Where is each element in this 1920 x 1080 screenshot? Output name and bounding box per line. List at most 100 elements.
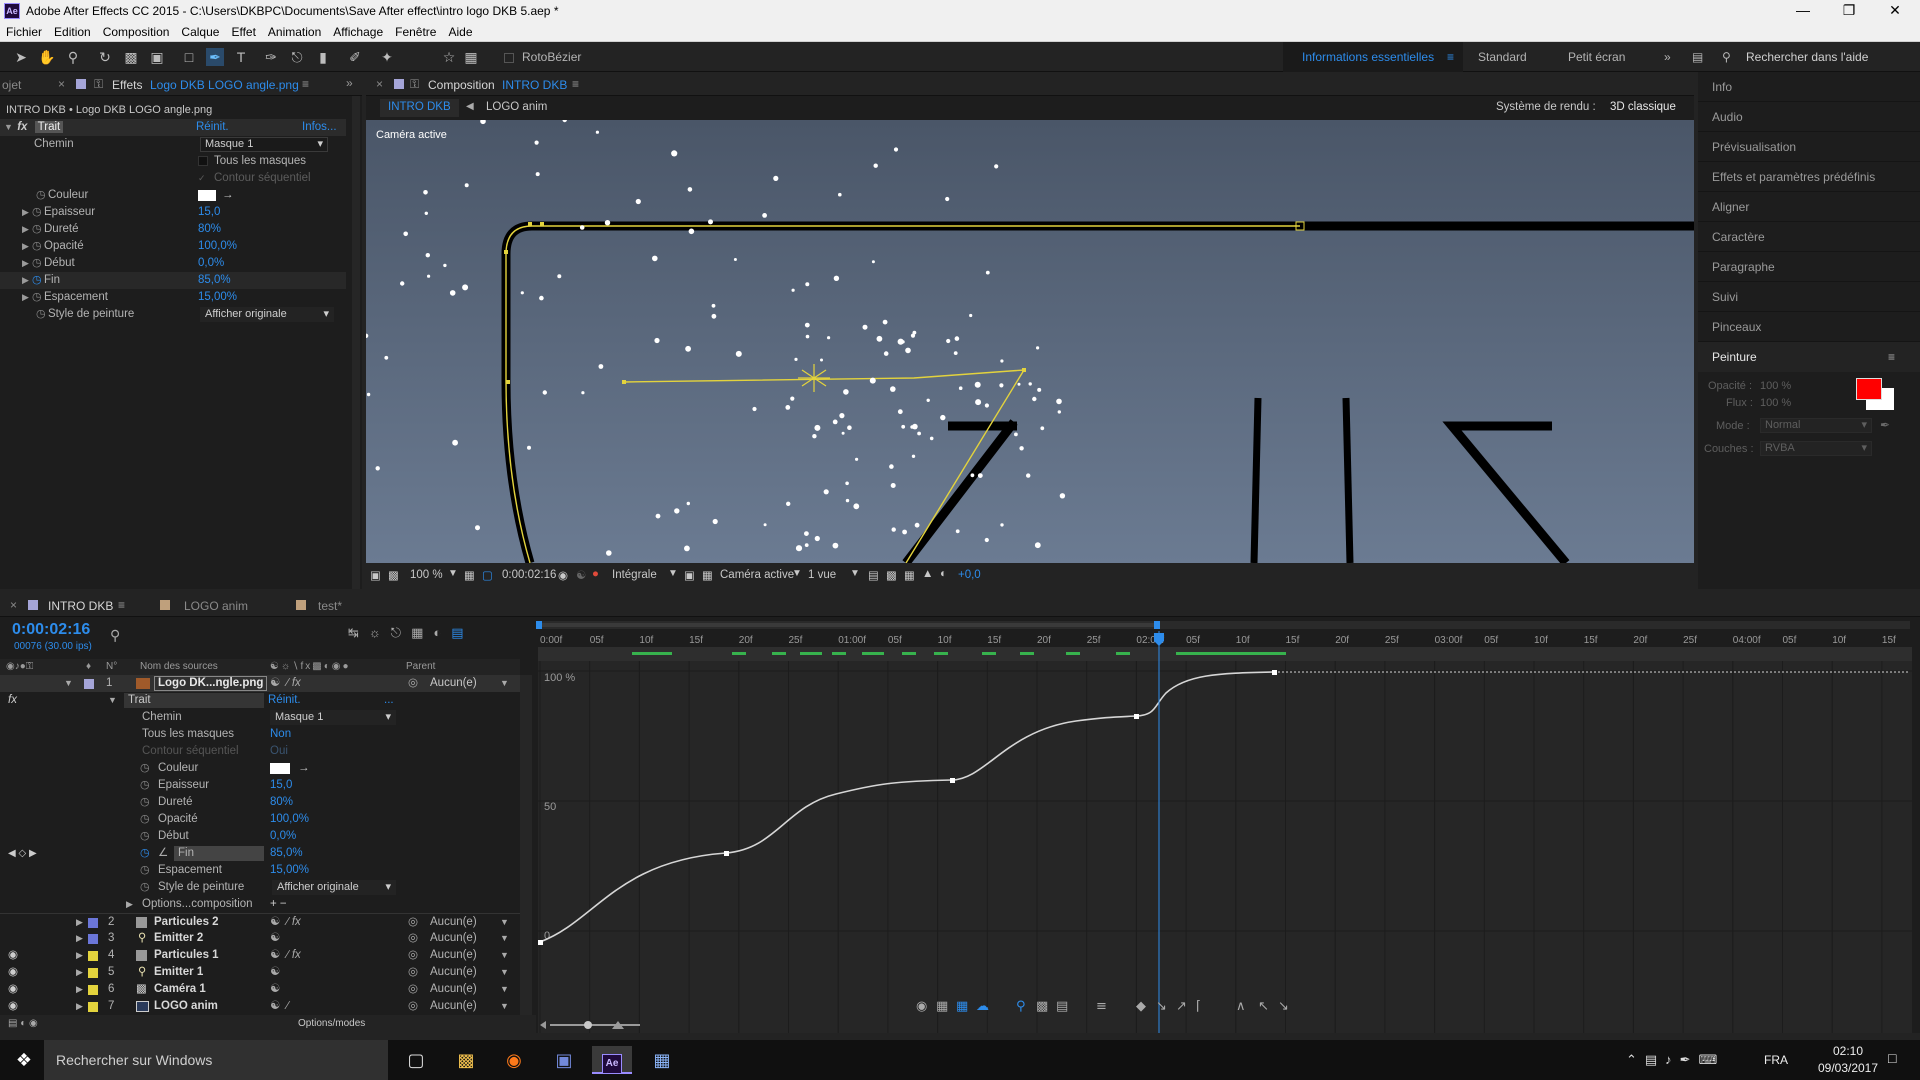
chemin-dropdown[interactable]: Masque 1 ▾ — [200, 137, 328, 152]
stopwatch-icon[interactable]: ◷ — [32, 221, 44, 238]
stopwatch-icon[interactable]: ◷ — [32, 204, 44, 221]
flowchart-icon[interactable]: ▲ — [922, 568, 933, 580]
panel-preview[interactable]: Prévisualisation — [1698, 132, 1920, 162]
fast-preview-icon[interactable]: ▩ — [886, 568, 897, 582]
workspace-more-icon[interactable]: » — [1664, 50, 1671, 64]
parent-pickwhip-icon[interactable]: ◎ — [408, 675, 418, 692]
chevron-down-icon[interactable]: ▼ — [500, 675, 509, 692]
show-snapshot-icon[interactable]: ☯ — [576, 568, 586, 582]
stopwatch-active-icon[interactable]: ◷ — [140, 845, 152, 862]
stopwatch-icon[interactable]: ◷ — [140, 777, 152, 794]
chevron-down-icon[interactable]: ▼ — [500, 930, 509, 947]
chevron-down-icon[interactable]: ▼ — [792, 568, 802, 579]
search-help-field[interactable]: Rechercher dans l'aide — [1746, 50, 1868, 64]
language-indicator[interactable]: FRA — [1764, 1053, 1788, 1067]
options-modes-toggle[interactable]: Options/modes — [298, 1015, 365, 1033]
layer-parent[interactable]: Aucun(e) — [430, 998, 477, 1015]
effect-trait-row[interactable]: ▼ fx Trait Réinit. Infos... — [0, 119, 346, 136]
parent-pickwhip-icon[interactable]: ◎ — [408, 981, 418, 998]
menu-animation[interactable]: Animation — [262, 22, 327, 39]
clock-time[interactable]: 02:10 — [1820, 1044, 1876, 1058]
fx-icon[interactable]: fx — [17, 121, 27, 133]
collapse-icon[interactable]: ▼ — [4, 119, 14, 136]
expand-icon[interactable]: ▶ — [76, 981, 83, 998]
parent-pickwhip-icon[interactable]: ◎ — [408, 964, 418, 981]
comp-tab-label[interactable]: Composition — [428, 78, 495, 92]
camera-dropdown[interactable]: Caméra active — [720, 569, 794, 581]
viewer-timecode[interactable]: 0:00:02:16 — [502, 569, 556, 581]
pen-tool-icon[interactable]: ✒ — [206, 48, 224, 66]
system-tray-icons[interactable]: ⌃▤♪✒⌨ — [1626, 1052, 1725, 1068]
timeline-timecode[interactable]: 0:00:02:16 — [12, 621, 90, 639]
after-effects-taskbar-icon[interactable]: Ae — [592, 1046, 632, 1074]
trait-reset-link[interactable]: Réinit. — [268, 692, 301, 709]
panel-menu-icon[interactable]: ≡ — [302, 77, 309, 91]
collapse-icon[interactable]: ▼ — [108, 692, 117, 709]
zoom-tool-icon[interactable]: ⚲ — [64, 48, 82, 66]
prop-value[interactable]: 80% — [270, 794, 293, 811]
stopwatch-active-icon[interactable]: ◷ — [32, 272, 44, 289]
layer-name[interactable]: Logo DK...ngle.png — [154, 676, 268, 691]
panel-menu-icon[interactable]: ≡ — [118, 598, 125, 612]
axis-mode-icon[interactable]: ▦ — [462, 48, 480, 66]
menu-aide[interactable]: Aide — [442, 22, 478, 39]
camera-tool-icon[interactable]: ▩ — [122, 48, 140, 66]
layer-row-4[interactable]: ◉ ▶ 4 Particules 1 ☯ ∕ fx ◎ Aucun(e) ▼ — [0, 947, 520, 964]
panel-paragraph[interactable]: Paragraphe — [1698, 252, 1920, 282]
stopwatch-icon[interactable]: ◷ — [140, 811, 152, 828]
timeline-tab-intro[interactable]: INTRO DKB — [48, 599, 113, 613]
comp-viewer-canvas[interactable]: Caméra active — [366, 120, 1694, 563]
prop-value[interactable]: Non — [270, 726, 291, 743]
prop-value[interactable]: 15,00% — [198, 289, 237, 306]
workspace-menu-icon[interactable]: ≡ — [1447, 50, 1454, 64]
monitor-icon[interactable]: ▩ — [388, 568, 399, 582]
eraser-tool-icon[interactable]: ▮ — [314, 48, 332, 66]
fx-icon[interactable]: fx — [8, 692, 17, 709]
layer-name[interactable]: LOGO anim — [154, 998, 218, 1015]
visibility-eye-icon[interactable]: ◉ — [8, 998, 18, 1015]
expand-icon[interactable]: ▶ — [22, 255, 32, 272]
rotobezier-checkbox[interactable] — [504, 53, 514, 63]
panel-expand-icon[interactable]: » — [346, 76, 353, 90]
layer-parent[interactable]: Aucun(e) — [430, 981, 477, 998]
trait-effect-row[interactable]: fx ▼ Trait Réinit. ... — [0, 692, 520, 709]
layer-switches-icon[interactable]: ☯ ∕ fx — [270, 914, 301, 931]
close-tab-icon[interactable]: × — [376, 77, 383, 91]
menu-composition[interactable]: Composition — [97, 22, 176, 39]
workspace-small-screen[interactable]: Petit écran — [1568, 50, 1625, 64]
shape-tool-icon[interactable]: □ — [180, 48, 198, 66]
timeline-switch-icons[interactable]: ↹☼⎋▦◐▤ — [348, 625, 474, 641]
effects-tab-file[interactable]: Logo DKB LOGO angle.png — [150, 78, 299, 92]
layer-parent[interactable]: Aucun(e) — [430, 675, 477, 692]
layer-row-7[interactable]: ◉ ▶ 7 LOGO anim ☯ ∕ ◎ Aucun(e) ▼ — [0, 998, 520, 1015]
close-icon[interactable]: ✕ — [1872, 0, 1918, 22]
layer-switches-icon[interactable]: ☯ — [270, 930, 280, 947]
channels-icon[interactable]: ● — [592, 568, 599, 580]
layer-switches-icon[interactable]: ☯ ∕ fx — [270, 675, 301, 692]
layer-name[interactable]: Caméra 1 — [154, 981, 206, 998]
layer-parent[interactable]: Aucun(e) — [430, 947, 477, 964]
chevron-down-icon[interactable]: ▼ — [500, 947, 509, 964]
layer-name[interactable]: Particules 2 — [154, 914, 219, 931]
chevron-down-icon[interactable]: ▼ — [850, 568, 860, 579]
minimize-icon[interactable]: — — [1780, 0, 1826, 22]
prop-value[interactable]: 0,0% — [270, 828, 296, 845]
panel-brushes[interactable]: Pinceaux — [1698, 312, 1920, 342]
graph-editor[interactable]: 0:00f 05f 10f 15f 20f 25f 01:00f 05f 10f 15f 20f 25… — [536, 621, 1920, 1033]
comp-crumb-intro[interactable]: INTRO DKB — [380, 99, 459, 117]
scrollbar[interactable] — [352, 96, 360, 589]
mask-visibility-icon[interactable]: ▢ — [482, 568, 493, 582]
expand-icon[interactable]: ▶ — [76, 964, 83, 981]
layer-label-color[interactable] — [88, 951, 98, 961]
effect-info-link[interactable]: Infos... — [302, 119, 337, 136]
selection-tool-icon[interactable]: ➤ — [12, 48, 30, 66]
project-tab[interactable]: ojet — [2, 78, 21, 92]
layer-parent[interactable]: Aucun(e) — [430, 964, 477, 981]
snapshot-icon[interactable]: ◉ — [558, 568, 568, 582]
eyedropper-icon[interactable]: → — [222, 187, 234, 204]
prop-value[interactable]: 0,0% — [198, 255, 224, 272]
rotate-tool-icon[interactable]: ↻ — [96, 48, 114, 66]
task-view-icon[interactable]: ▢ — [396, 1046, 436, 1074]
layer-switches-icon[interactable]: ☯ — [270, 981, 280, 998]
layer-row-2[interactable]: ▶ 2 Particules 2 ☯ ∕ fx ◎ Aucun(e) ▼ — [0, 913, 520, 930]
